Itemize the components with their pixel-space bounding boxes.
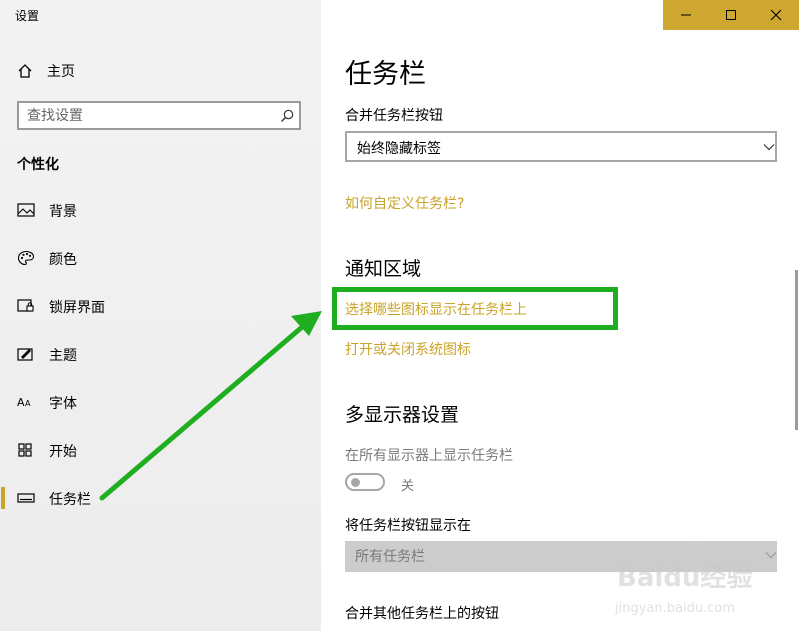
combine-dropdown[interactable]: 始终隐藏标签 [345,131,777,162]
theme-icon [17,348,33,361]
minimize-icon [680,14,691,16]
baidu-watermark: Baidu经验 jingyan.baidu.com [615,541,752,616]
scrollbar[interactable] [795,270,798,430]
search-input[interactable] [27,106,267,125]
maximize-button[interactable] [708,0,753,30]
active-indicator [1,487,5,509]
sidebar-item-label: 颜色 [49,252,77,268]
sidebar-item-lock-screen[interactable]: 锁屏界面 [0,290,321,322]
minimize-button[interactable] [663,0,708,30]
close-icon [770,9,781,21]
maximize-icon [725,10,736,20]
search-icon[interactable] [279,108,295,124]
image-icon [17,203,35,217]
lock-screen-icon [17,299,34,312]
search-box[interactable] [17,101,301,130]
chevron-down-icon [763,144,775,151]
sidebar-item-label: 背景 [49,204,77,220]
sidebar-item-label: 主页 [47,64,75,80]
sidebar: 设置 主页 个性化 背景 颜色 锁 [0,0,321,631]
sidebar-item-colors[interactable]: 颜色 [0,242,321,274]
show-buttons-label: 将任务栏按钮显示在 [345,518,471,534]
combine-other-label: 合并其他任务栏上的按钮 [345,606,499,622]
dropdown-value: 所有任务栏 [355,549,425,565]
show-all-displays-toggle[interactable] [345,473,385,491]
toggle-state-label: 关 [401,479,415,494]
section-title: 个性化 [17,157,59,173]
show-all-displays-label: 在所有显示器上显示任务栏 [345,448,513,464]
sidebar-item-label: 任务栏 [49,492,91,508]
customize-taskbar-link[interactable]: 如何自定义任务栏? [345,193,464,213]
app-title: 设置 [15,9,40,23]
sidebar-item-background[interactable]: 背景 [0,194,321,226]
svg-text:A: A [25,399,31,408]
taskbar-icon [17,493,35,503]
combine-label: 合并任务栏按钮 [345,108,443,124]
multi-display-title: 多显示器设置 [345,404,460,426]
font-icon: A A [17,396,31,409]
sidebar-item-label: 主题 [49,348,77,364]
page-title: 任务栏 [345,59,426,90]
svg-text:A: A [17,396,25,409]
close-button[interactable] [753,0,798,30]
window-controls [663,0,799,30]
system-icons-link[interactable]: 打开或关闭系统图标 [345,339,471,359]
watermark-subtext: jingyan.baidu.com [615,601,735,616]
sidebar-item-taskbar[interactable]: 任务栏 [0,482,321,514]
home-icon [18,64,32,78]
dropdown-value: 始终隐藏标签 [357,141,441,157]
sidebar-item-label: 字体 [49,396,77,412]
sidebar-item-fonts[interactable]: A A 字体 [0,386,321,418]
start-icon [18,443,32,457]
palette-icon [17,250,35,266]
watermark-text: Baidu经验 [617,562,752,593]
sidebar-item-themes[interactable]: 主题 [0,338,321,370]
sidebar-item-start[interactable]: 开始 [0,434,321,466]
sidebar-item-label: 锁屏界面 [49,300,105,316]
annotation-highlight-box [332,287,618,330]
notification-area-title: 通知区域 [345,258,422,280]
sidebar-item-home[interactable]: 主页 [17,61,75,81]
toggle-knob [351,478,360,487]
sidebar-item-label: 开始 [49,444,77,460]
